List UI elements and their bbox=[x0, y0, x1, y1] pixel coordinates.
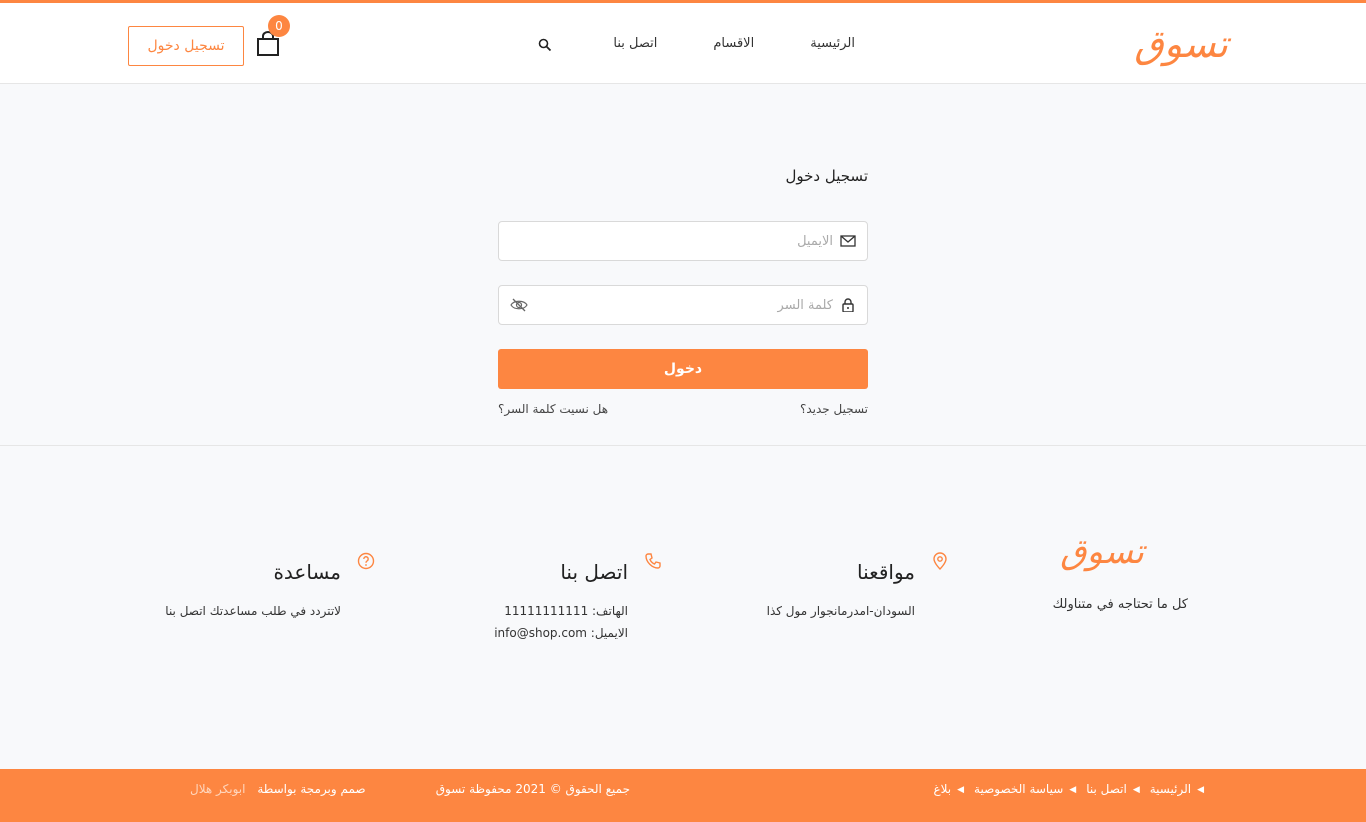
section-divider bbox=[0, 445, 1366, 446]
header-login-button[interactable]: تسجيل دخول bbox=[128, 26, 244, 66]
nav-item-categories[interactable]: الاقسام bbox=[713, 36, 754, 51]
footer-contact-phone[interactable]: الهاتف: 11111111111 bbox=[494, 600, 628, 622]
footer-locations-text: السودان-امدرمانجوار مول كذا bbox=[766, 604, 915, 618]
lock-icon bbox=[842, 298, 854, 312]
eye-slash-icon[interactable] bbox=[510, 297, 528, 313]
register-link[interactable]: تسجيل جديد؟ bbox=[800, 402, 868, 416]
password-field bbox=[498, 285, 868, 325]
copyright-text: جميع الحقوق © 2021 محفوظة تسوق bbox=[435, 782, 630, 796]
footer-help-title: مساعدة bbox=[273, 560, 341, 584]
footer-tagline: كل ما تحتاجه في متناولك bbox=[1052, 597, 1188, 612]
email-input[interactable] bbox=[533, 222, 833, 260]
site-logo[interactable]: تسوق bbox=[1134, 25, 1228, 63]
envelope-icon bbox=[840, 235, 856, 247]
footer-contact: اتصل بنا الهاتف: 11111111111 الايميل: in… bbox=[494, 553, 661, 644]
site-header: تسوق الرئيسية الاقسام اتصل بنا 0 تسجيل د… bbox=[0, 0, 1366, 84]
forgot-password-link[interactable]: هل نسيت كلمة السر؟ bbox=[498, 402, 608, 416]
caret-left-icon: ◀ bbox=[1132, 785, 1140, 795]
credits-label: صمم وبرمجة بواسطة bbox=[257, 782, 366, 796]
footer-logo: تسوق bbox=[1060, 532, 1144, 572]
bottom-link-home[interactable]: الرئيسية bbox=[1150, 782, 1191, 798]
caret-left-icon: ◀ bbox=[1069, 785, 1077, 795]
search-icon[interactable] bbox=[538, 38, 552, 52]
caret-left-icon: ◀ bbox=[1197, 785, 1204, 795]
caret-left-icon: ◀ bbox=[957, 785, 965, 795]
login-title: تسجيل دخول bbox=[785, 167, 869, 185]
password-input[interactable] bbox=[533, 286, 833, 324]
footer-locations-title: مواقعنا bbox=[857, 560, 915, 584]
email-field bbox=[498, 221, 868, 261]
bottom-bar: ◀ الرئيسية ◀ اتصل بنا ◀ سياسة الخصوصية ◀… bbox=[0, 769, 1366, 822]
credits: صمم وبرمجة بواسطة ابوبكر هلال bbox=[190, 782, 366, 796]
cart-count-badge: 0 bbox=[268, 15, 290, 37]
footer-locations: مواقعنا السودان-امدرمانجوار مول كذا bbox=[766, 552, 947, 622]
footer-contact-details: الهاتف: 11111111111 الايميل: info@shop.c… bbox=[494, 600, 628, 644]
nav-item-contact[interactable]: اتصل بنا bbox=[613, 36, 657, 51]
bottom-link-contact[interactable]: اتصل بنا bbox=[1086, 782, 1127, 798]
login-submit-button[interactable]: دخول bbox=[498, 349, 868, 389]
bottom-link-report[interactable]: بلاغ bbox=[933, 782, 951, 798]
bottom-links: ◀ الرئيسية ◀ اتصل بنا ◀ سياسة الخصوصية ◀… bbox=[923, 782, 1204, 798]
phone-icon bbox=[645, 553, 661, 569]
main-nav: الرئيسية الاقسام اتصل بنا bbox=[613, 36, 855, 51]
footer-help: مساعدة لاتتردد في طلب مساعدتك اتصل بنا bbox=[165, 552, 375, 622]
nav-item-home[interactable]: الرئيسية bbox=[810, 36, 855, 51]
bottom-link-privacy[interactable]: سياسة الخصوصية bbox=[974, 782, 1063, 798]
footer-help-text: لاتتردد في طلب مساعدتك اتصل بنا bbox=[165, 604, 341, 618]
footer-contact-email[interactable]: الايميل: info@shop.com bbox=[494, 622, 628, 644]
map-pin-icon bbox=[933, 552, 947, 570]
footer-contact-title: اتصل بنا bbox=[560, 560, 628, 584]
question-icon bbox=[357, 552, 375, 570]
credits-author[interactable]: ابوبكر هلال bbox=[190, 782, 245, 796]
